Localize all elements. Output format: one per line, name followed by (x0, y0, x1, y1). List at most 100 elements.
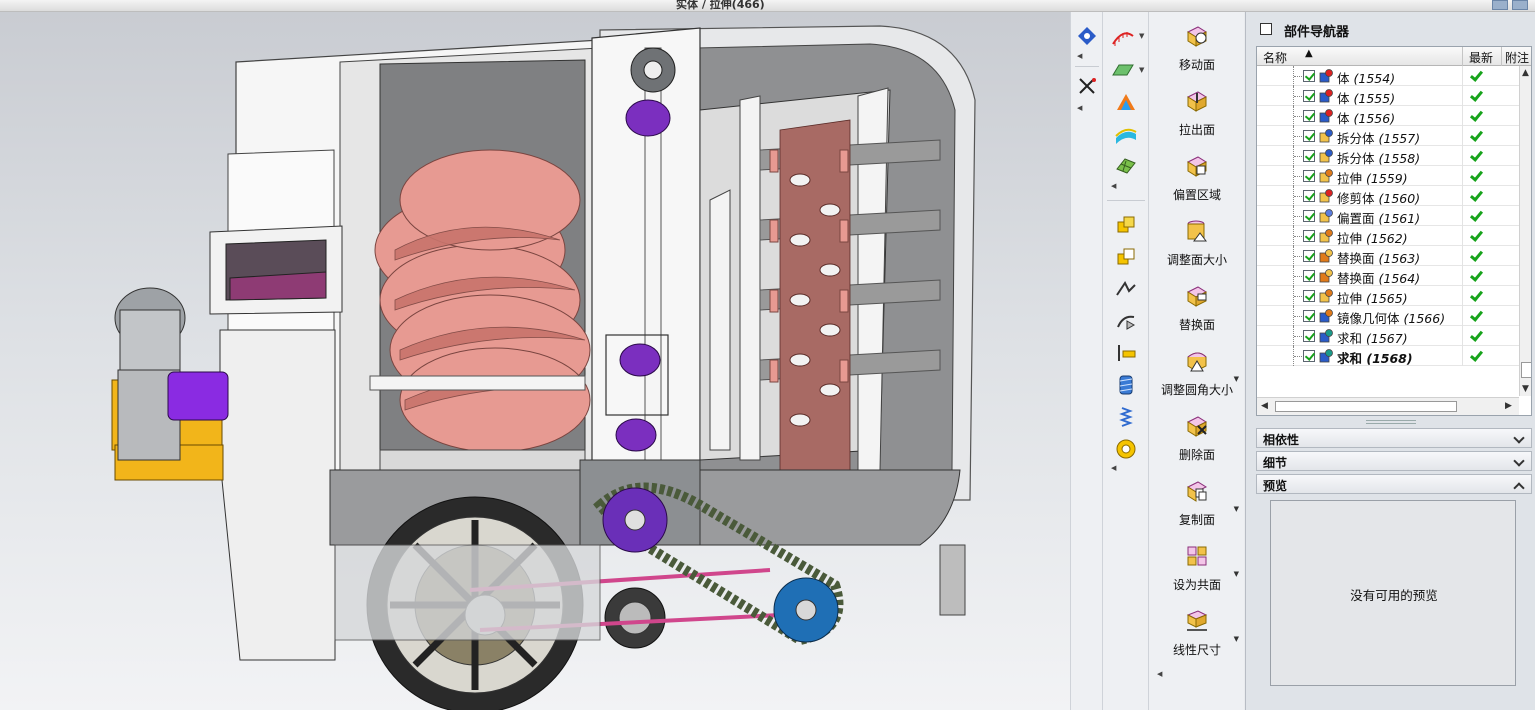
sweep-icon[interactable] (1113, 308, 1139, 334)
details-panel-header[interactable]: 细节 (1256, 451, 1532, 471)
tree-row[interactable]: 偏置面 (1561) (1257, 206, 1519, 226)
tree-row[interactable]: 体 (1556) (1257, 106, 1519, 126)
scroll-left-icon[interactable]: ◀ (1261, 401, 1268, 411)
resize-blend-button[interactable]: 调整圆角大小 ▼ (1149, 345, 1245, 405)
visibility-checkbox[interactable] (1303, 90, 1315, 102)
preview-area: 没有可用的预览 (1270, 500, 1516, 686)
dropdown-arrow-icon[interactable]: ▼ (1234, 505, 1239, 513)
dropdown-arrow-icon[interactable]: ◀ (1077, 52, 1082, 60)
splitter-grip[interactable] (1366, 420, 1416, 424)
command-label: 调整圆角大小 (1160, 383, 1233, 397)
offset-region-button[interactable]: 偏置区域 (1149, 150, 1245, 210)
dropdown-arrow-icon[interactable]: ◀ (1077, 104, 1082, 112)
machine-model[interactable] (0, 12, 1070, 710)
dropdown-arrow-icon[interactable]: ▼ (1234, 635, 1239, 643)
navigator-pin-icon[interactable] (1260, 23, 1272, 35)
tree-row[interactable]: 拉伸 (1559) (1257, 166, 1519, 186)
snap-point-icon[interactable] (1075, 24, 1099, 48)
column-latest[interactable]: 最新 (1469, 49, 1493, 66)
chevron-down-icon[interactable] (1513, 455, 1525, 467)
delete-face-button[interactable]: 删除面 (1149, 410, 1245, 470)
dropdown-arrow-icon[interactable]: ◀ (1111, 182, 1116, 190)
close-icon[interactable] (1512, 0, 1528, 10)
spring-icon[interactable] (1113, 404, 1139, 430)
gear-icon[interactable] (1113, 436, 1139, 462)
feature-name: 拉伸 (1559) (1337, 171, 1408, 186)
tree-row[interactable]: 修剪体 (1560) (1257, 186, 1519, 206)
tree-row[interactable]: 拉伸 (1562) (1257, 226, 1519, 246)
tree-row[interactable]: 体 (1554) (1257, 66, 1519, 86)
curve-analysis-icon[interactable] (1109, 24, 1137, 50)
resize-face-button[interactable]: 调整面大小 (1149, 215, 1245, 275)
visibility-checkbox[interactable] (1303, 290, 1315, 302)
visibility-checkbox[interactable] (1303, 230, 1315, 242)
dropdown-arrow-icon[interactable]: ▼ (1234, 375, 1239, 383)
visibility-checkbox[interactable] (1303, 130, 1315, 142)
visibility-checkbox[interactable] (1303, 70, 1315, 82)
make-coplanar-button[interactable]: 设为共面 ▼ (1149, 540, 1245, 600)
dropdown-arrow-icon[interactable]: ▼ (1139, 32, 1144, 40)
up-to-date-check-icon (1469, 89, 1483, 103)
scroll-thumb[interactable] (1521, 362, 1531, 378)
tree-line (1294, 296, 1302, 297)
dimension-icon[interactable] (1113, 340, 1139, 366)
tree-line (1294, 276, 1302, 277)
graphics-viewport[interactable] (0, 12, 1070, 710)
chevron-down-icon[interactable] (1513, 432, 1525, 444)
sort-ascending-icon[interactable]: ▲ (1305, 48, 1313, 59)
tree-row[interactable]: 拆分体 (1558) (1257, 146, 1519, 166)
tree-row[interactable]: 拆分体 (1557) (1257, 126, 1519, 146)
copy-face-button[interactable]: 复制面 ▼ (1149, 475, 1245, 535)
model-history-tree[interactable]: 名称 ▲ 最新 附注 体 (1554) 体 (1555) 体 (1556) 拆分体 (… (1256, 46, 1532, 416)
dependencies-panel-header[interactable]: 相依性 (1256, 428, 1532, 448)
tree-row[interactable]: 求和 (1567) (1257, 326, 1519, 346)
visibility-checkbox[interactable] (1303, 110, 1315, 122)
tree-row[interactable]: 拉伸 (1565) (1257, 286, 1519, 306)
surface-analysis-icon[interactable] (1113, 122, 1139, 148)
tree-row[interactable]: 替换面 (1564) (1257, 266, 1519, 286)
scroll-right-icon[interactable]: ▶ (1505, 401, 1512, 411)
visibility-checkbox[interactable] (1303, 310, 1315, 322)
tree-row[interactable]: 镜像几何体 (1566) (1257, 306, 1519, 326)
visibility-checkbox[interactable] (1303, 270, 1315, 282)
tree-row[interactable]: 替换面 (1563) (1257, 246, 1519, 266)
face-analysis-icon[interactable] (1109, 58, 1137, 84)
visibility-checkbox[interactable] (1303, 170, 1315, 182)
column-name[interactable]: 名称 (1263, 49, 1287, 66)
visibility-checkbox[interactable] (1303, 210, 1315, 222)
up-to-date-check-icon (1469, 169, 1483, 183)
visibility-checkbox[interactable] (1303, 150, 1315, 162)
scroll-up-icon[interactable]: ▲ (1522, 68, 1529, 78)
dropdown-arrow-icon[interactable]: ▼ (1139, 66, 1144, 74)
column-attach[interactable]: 附注 (1505, 49, 1529, 66)
visibility-checkbox[interactable] (1303, 330, 1315, 342)
dropdown-arrow-icon[interactable]: ◀ (1157, 670, 1162, 678)
curvature-icon[interactable] (1113, 90, 1139, 116)
horizontal-scrollbar[interactable]: ◀ ▶ (1257, 397, 1519, 415)
thread-icon[interactable] (1113, 372, 1139, 398)
up-to-date-check-icon (1469, 129, 1483, 143)
replace-face-button[interactable]: 替换面 (1149, 280, 1245, 340)
visibility-checkbox[interactable] (1303, 190, 1315, 202)
vertical-scrollbar[interactable]: ▲ ▼ (1519, 66, 1531, 396)
scroll-thumb[interactable] (1275, 401, 1457, 412)
dropdown-arrow-icon[interactable]: ◀ (1111, 464, 1116, 472)
subtract-body-icon[interactable] (1113, 244, 1139, 270)
dropdown-arrow-icon[interactable]: ▼ (1234, 570, 1239, 578)
preview-panel-header[interactable]: 预览 (1256, 474, 1532, 494)
scroll-down-icon[interactable]: ▼ (1522, 384, 1529, 394)
add-body-icon[interactable] (1113, 212, 1139, 238)
restore-icon[interactable] (1492, 0, 1508, 10)
visibility-checkbox[interactable] (1303, 250, 1315, 262)
tree-row[interactable]: 求和 (1568) (1257, 346, 1519, 366)
mesh-analysis-icon[interactable] (1113, 152, 1139, 178)
visibility-checkbox[interactable] (1303, 350, 1315, 362)
linear-dimension-button[interactable]: 线性尺寸 ▼ (1149, 605, 1245, 665)
tree-row[interactable]: 体 (1555) (1257, 86, 1519, 106)
chevron-up-icon[interactable] (1513, 482, 1525, 494)
sketch-curve-icon[interactable] (1113, 276, 1139, 302)
pull-face-button[interactable]: 拉出面 (1149, 85, 1245, 145)
deselect-icon[interactable] (1075, 74, 1099, 98)
move-face-button[interactable]: 移动面 (1149, 20, 1245, 80)
up-to-date-check-icon (1469, 149, 1483, 163)
